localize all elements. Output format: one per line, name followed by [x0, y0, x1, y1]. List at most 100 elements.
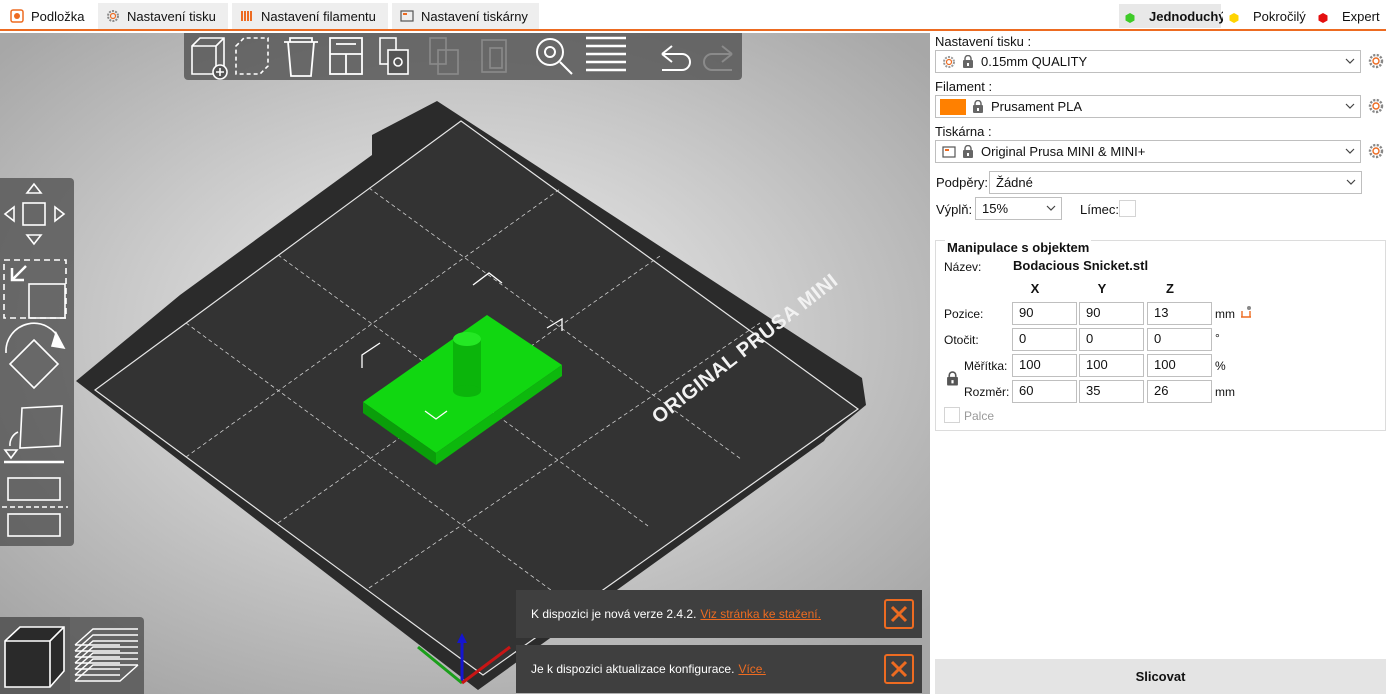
size-label: Rozměr:: [964, 385, 1010, 399]
size-z-input[interactable]: 26: [1147, 380, 1212, 403]
supports-value: Žádné: [996, 175, 1033, 190]
search-icon[interactable]: [536, 38, 573, 75]
position-label: Pozice:: [944, 307, 984, 321]
object-name-value: Bodacious Snicket.stl: [1013, 258, 1149, 273]
delete-all-icon[interactable]: [284, 37, 318, 77]
printer-settings-gear-icon[interactable]: [1368, 143, 1384, 159]
close-icon: [890, 605, 908, 623]
printer-profile-select[interactable]: Original Prusa MINI & MINI+: [935, 140, 1361, 163]
tab-label: Nastavení tisku: [127, 8, 216, 24]
layers-editing-icon[interactable]: [586, 36, 626, 72]
filament-profile-value: Prusament PLA: [991, 99, 1083, 114]
lock-icon: [963, 55, 973, 68]
view-3d-button[interactable]: [0, 617, 70, 694]
redo-icon: [703, 45, 733, 71]
position-z-input[interactable]: 13: [1147, 302, 1212, 325]
top-tab-bar: Podložka Nastavení tisku Nastavení filam…: [0, 0, 1386, 31]
position-unit: mm: [1215, 307, 1235, 321]
gear-icon: [943, 55, 955, 68]
size-y-input[interactable]: 35: [1079, 380, 1144, 403]
inches-checkbox[interactable]: [944, 407, 960, 423]
scale-label: Měřítka:: [964, 359, 1008, 373]
paste-icon: [429, 37, 459, 75]
lock-icon: [973, 100, 983, 113]
rotation-unit: °: [1215, 331, 1220, 345]
notification-new-version: K dispozici je nová verze 2.4.2. Viz str…: [516, 590, 922, 638]
scale-x-input[interactable]: 100: [1012, 354, 1077, 377]
filament-settings-gear-icon[interactable]: [1368, 98, 1384, 114]
tab-plater[interactable]: Podložka: [2, 3, 94, 29]
printer-icon: [942, 145, 956, 158]
arrange-icon[interactable]: [329, 37, 363, 75]
undo-icon[interactable]: [661, 45, 691, 71]
tab-label: Podložka: [31, 8, 85, 24]
mode-expert-dot-icon: [1318, 11, 1328, 23]
filament-color-swatch: [940, 98, 966, 115]
cut-icon[interactable]: [2, 477, 68, 537]
view-toolbar: [0, 617, 144, 694]
rotation-z-input[interactable]: 0: [1147, 328, 1212, 351]
chevron-down-icon: [1046, 205, 1056, 211]
infill-label: Výplň:: [936, 202, 973, 217]
notification-text: Je k dispozici aktualizace konfigurace.: [531, 662, 735, 676]
mode-simple-button[interactable]: Jednoduchý: [1119, 4, 1226, 28]
add-instance-icon: [481, 39, 507, 73]
chevron-down-icon: [1345, 103, 1355, 109]
add-icon[interactable]: [191, 37, 228, 80]
mode-expert-button[interactable]: Expert: [1312, 4, 1382, 28]
position-y-input[interactable]: 90: [1079, 302, 1144, 325]
scale-y-input[interactable]: 100: [1079, 354, 1144, 377]
copy-icon[interactable]: [379, 37, 409, 75]
rotation-label: Otočit:: [944, 333, 979, 347]
download-page-link[interactable]: Viz stránka ke stažení.: [700, 607, 821, 621]
supports-select[interactable]: Žádné: [989, 171, 1362, 194]
close-icon: [890, 660, 908, 678]
3d-viewport[interactable]: ORIGINAL PRUSA MINI K dispozici je nová …: [0, 33, 930, 694]
settings-sidebar: Nastavení tisku : 0.15mm QUALITY Filamen…: [930, 33, 1386, 694]
scale-icon[interactable]: [3, 259, 67, 319]
filament-profile-select[interactable]: Prusament PLA: [935, 95, 1361, 118]
rotate-icon[interactable]: [5, 322, 66, 390]
scale-z-input[interactable]: 100: [1147, 354, 1212, 377]
size-x-input[interactable]: 60: [1012, 380, 1077, 403]
chevron-down-icon: [1346, 179, 1356, 185]
size-unit: mm: [1215, 385, 1235, 399]
mode-label: Jednoduchý: [1149, 8, 1226, 24]
mode-simple-dot-icon: [1125, 11, 1135, 23]
object-manipulation-panel: Manipulace s objektem Název: Bodacious S…: [935, 240, 1386, 431]
infill-select[interactable]: 15%: [975, 197, 1062, 220]
plater-icon: [10, 9, 24, 23]
move-icon[interactable]: [3, 182, 66, 246]
notification-close-button[interactable]: [884, 654, 914, 684]
print-profile-select[interactable]: 0.15mm QUALITY: [935, 50, 1361, 73]
mode-advanced-button[interactable]: Pokročilý: [1223, 4, 1309, 28]
brim-checkbox[interactable]: [1119, 200, 1136, 217]
tab-print-settings[interactable]: Nastavení tisku: [98, 3, 228, 29]
chevron-down-icon: [1345, 148, 1355, 154]
more-link[interactable]: Více.: [738, 662, 765, 676]
lock-icon: [963, 145, 973, 158]
tab-filament-settings[interactable]: Nastavení filamentu: [232, 3, 388, 29]
delete-icon[interactable]: [235, 37, 269, 75]
tab-printer-settings[interactable]: Nastavení tiskárny: [392, 3, 539, 29]
scale-lock-icon[interactable]: [946, 371, 959, 386]
drop-to-bed-icon[interactable]: [1239, 305, 1253, 319]
rotation-x-input[interactable]: 0: [1012, 328, 1077, 351]
scale-unit: %: [1215, 359, 1226, 373]
filament-label: Filament :: [935, 79, 993, 94]
notification-close-button[interactable]: [884, 599, 914, 629]
preview-button[interactable]: [72, 617, 142, 694]
print-settings-gear-icon[interactable]: [1368, 53, 1384, 69]
mode-advanced-dot-icon: [1229, 11, 1239, 23]
printer-settings-icon: [400, 10, 414, 22]
place-on-face-icon[interactable]: [3, 405, 64, 464]
position-x-input[interactable]: 90: [1012, 302, 1077, 325]
rotation-y-input[interactable]: 0: [1079, 328, 1144, 351]
top-toolbar: [184, 33, 742, 80]
slice-button[interactable]: Slicovat: [935, 659, 1386, 694]
supports-label: Podpěry:: [936, 175, 989, 190]
tab-label: Nastavení filamentu: [261, 8, 376, 24]
filament-spool-icon: [241, 11, 252, 21]
notification-config-update: Je k dispozici aktualizace konfigurace. …: [516, 645, 922, 693]
printer-label: Tiskárna :: [935, 124, 992, 139]
